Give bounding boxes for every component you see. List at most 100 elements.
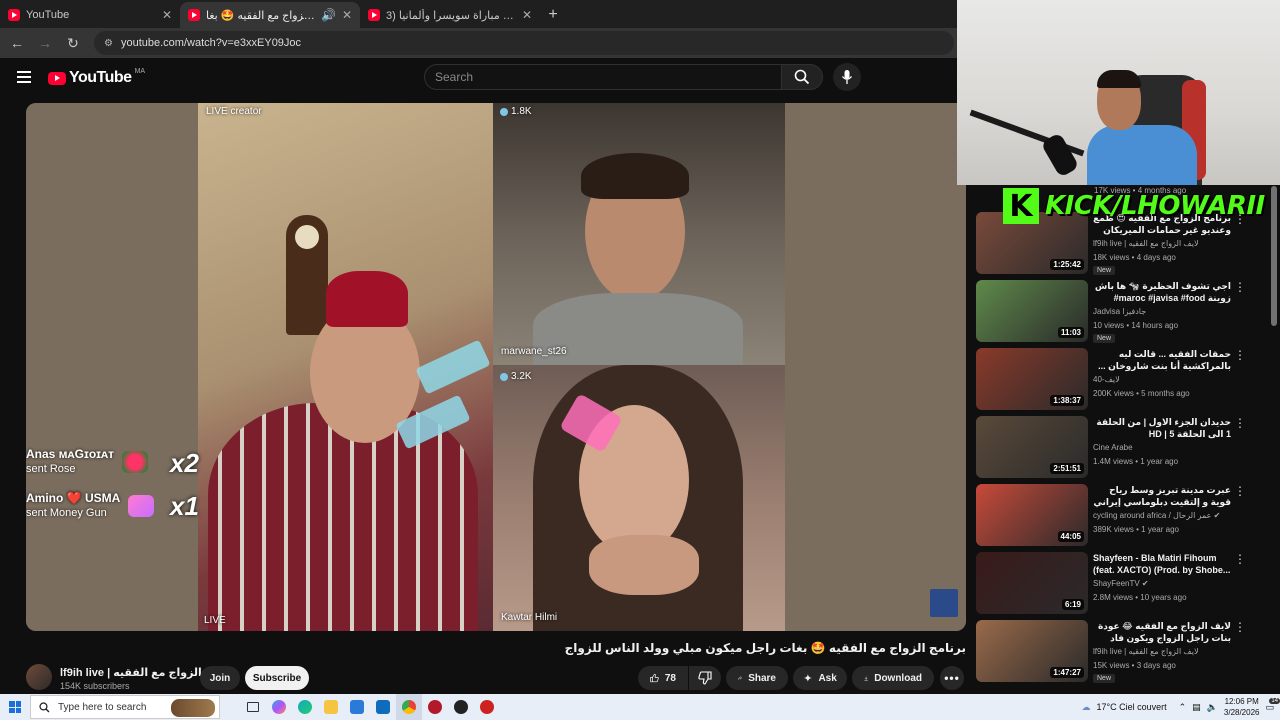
copilot-icon[interactable] — [266, 694, 292, 720]
tab-match-summary[interactable]: ملخص مباراة سويسرا وألمانيا (3-... ✕ — [360, 2, 540, 28]
subscribe-label: Subscribe — [252, 672, 302, 684]
more-vertical-icon[interactable]: ⋮ — [1234, 348, 1246, 362]
recommendation-channel[interactable]: لايف-40 — [1093, 375, 1120, 384]
edge-icon[interactable] — [292, 694, 318, 720]
recommendation-thumbnail[interactable]: 6:19 — [976, 552, 1088, 614]
chrome-icon[interactable] — [396, 694, 422, 720]
recommendation-channel[interactable]: lf9ih live | لايف الزواج مع الفقيه — [1093, 239, 1199, 248]
recommendation-title[interactable]: عبرت مدينة تبريز وسط رياح قوية و إلتقيت … — [1093, 484, 1231, 508]
network-icon[interactable]: ▤ — [1192, 702, 1201, 713]
tab-youtube[interactable]: YouTube ✕ — [0, 2, 180, 28]
taskbar-search[interactable]: Type here to search — [30, 695, 220, 719]
channel-avatar[interactable] — [26, 664, 52, 690]
taskbar-clock[interactable]: 12:06 PM 3/28/2026 — [1224, 696, 1260, 718]
search-button[interactable] — [781, 64, 823, 90]
gift-sender: Amino ❤️ USMA — [26, 491, 121, 505]
recommendation-thumbnail[interactable]: 1:38:37 — [976, 348, 1088, 410]
download-button[interactable]: Download — [852, 666, 934, 690]
store-icon[interactable] — [344, 694, 370, 720]
recommendation-thumbnail[interactable]: 1:47:27 — [976, 620, 1088, 682]
join-button[interactable]: Join — [200, 666, 240, 690]
video-duration: 44:05 — [1057, 531, 1084, 542]
like-button[interactable]: 78 — [638, 666, 688, 690]
weather-text[interactable]: 17°C Ciel couvert — [1096, 702, 1166, 712]
address-bar[interactable]: ⚙ youtube.com/watch?v=e3xxEY09Joc — [94, 31, 954, 55]
recommendation-channel[interactable]: ShayFeenTV ✔ — [1093, 579, 1149, 588]
channel-watermark[interactable] — [930, 589, 958, 617]
app-icon-dark[interactable] — [474, 694, 500, 720]
close-icon[interactable]: ✕ — [522, 8, 532, 22]
recommendation-item[interactable]: 2:51:51 حديدان الجزء الاول | من الحلقة 1… — [976, 416, 1266, 480]
gift-multiplier: x2 — [170, 448, 199, 478]
youtube-logo[interactable]: YouTube MA — [48, 68, 145, 87]
recommendation-title[interactable]: اجي تشوف الحظيرة 🐄 ها باش زوينة maroc #j… — [1093, 280, 1231, 304]
more-vertical-icon[interactable]: ⋮ — [1234, 620, 1246, 634]
weather-icon[interactable]: ☁ — [1081, 702, 1090, 713]
video-title-text: برنامج الزواج مع الفقيه 🤩 بغات راجل ميكو… — [564, 641, 966, 655]
recommendations-sidebar: 17K views • 4 months ago 1:25:42 برنامج … — [976, 186, 1276, 694]
recommendation-meta: 10 views • 14 hours ago — [1093, 321, 1179, 330]
back-arrow-icon[interactable]: ← — [6, 32, 28, 54]
4k-downloader-icon[interactable] — [448, 694, 474, 720]
new-tab-button[interactable]: + — [540, 2, 566, 28]
channel-row: lf9ih live | لايف الزواج مع الفقيه 154K … — [26, 664, 966, 692]
youtube-header: YouTube MA — [0, 58, 960, 98]
recommendation-thumbnail[interactable]: 11:03 — [976, 280, 1088, 342]
more-vertical-icon[interactable]: ⋮ — [1234, 280, 1246, 294]
recommendation-title[interactable]: لايف الزواج مع الفقيه 😂 عودة بنات راجل ا… — [1093, 620, 1231, 644]
kick-banner-text: KICK/LHOWARII — [1045, 191, 1265, 221]
recommendation-title[interactable]: حمقات الفقيه ... قالت ليه بالمراكشية أنا… — [1093, 348, 1231, 372]
outlook-icon[interactable] — [370, 694, 396, 720]
voice-search-button[interactable] — [833, 63, 861, 91]
tab-title: ملخص مباراة سويسرا وألمانيا (3-... — [386, 9, 516, 22]
search-input[interactable] — [435, 70, 781, 84]
more-vertical-icon[interactable]: ⋮ — [1234, 484, 1246, 498]
ask-button[interactable]: ✦ Ask — [793, 666, 847, 690]
recommendation-item[interactable]: 1:47:27 لايف الزواج مع الفقيه 😂 عودة بنا… — [976, 620, 1266, 684]
viewer-count-value: 3.2K — [511, 371, 532, 382]
close-icon[interactable]: ✕ — [342, 8, 352, 22]
site-info-icon[interactable]: ⚙ — [104, 38, 113, 49]
subscribe-button[interactable]: Subscribe — [245, 666, 309, 690]
host-fez-image — [326, 271, 408, 327]
more-actions-button[interactable]: ••• — [940, 666, 964, 690]
tab-title: برنامج الزواج مع الفقيه 🤩 بغا... — [206, 9, 315, 22]
recommendation-thumbnail[interactable]: 2:51:51 — [976, 416, 1088, 478]
speaker-icon[interactable]: 🔊 — [321, 8, 336, 22]
share-button[interactable]: Share — [726, 666, 788, 690]
sidebar-scrollbar[interactable] — [1271, 186, 1277, 326]
recommendation-title[interactable]: حديدان الجزء الاول | من الحلقة 1 الى الح… — [1093, 416, 1231, 440]
dislike-button[interactable] — [689, 666, 721, 690]
recommendation-item[interactable]: 44:05 عبرت مدينة تبريز وسط رياح قوية و إ… — [976, 484, 1266, 548]
recommendation-channel[interactable]: Jadvisa جادفيزا — [1093, 307, 1146, 316]
video-duration: 1:47:27 — [1050, 667, 1084, 678]
thumbs-up-icon — [650, 673, 659, 683]
recommendation-thumbnail[interactable]: 44:05 — [976, 484, 1088, 546]
forward-arrow-icon[interactable]: → — [34, 32, 56, 54]
notification-icon[interactable]: ▭ 14 — [1265, 697, 1280, 713]
start-button[interactable] — [0, 694, 30, 720]
taskbar-search-placeholder: Type here to search — [58, 701, 147, 713]
youtube-play-icon — [48, 71, 66, 85]
recommendation-channel[interactable]: lf9ih live | لايف الزواج مع الفقيه — [1093, 647, 1199, 656]
recommendation-channel[interactable]: Cine Arabe — [1093, 443, 1133, 452]
recommendation-item[interactable]: 11:03 اجي تشوف الحظيرة 🐄 ها باش زوينة ma… — [976, 280, 1266, 344]
tab-current-video[interactable]: برنامج الزواج مع الفقيه 🤩 بغا... 🔊 ✕ — [180, 2, 360, 28]
more-vertical-icon[interactable]: ⋮ — [1234, 416, 1246, 430]
recommendation-title[interactable]: Shayfeen - Bla Matiri Fihoum (feat. XACT… — [1093, 552, 1231, 576]
show-hidden-icons-icon[interactable]: ⌃ — [1179, 702, 1187, 713]
hamburger-menu-icon[interactable] — [17, 71, 31, 83]
live-panel-guest-top — [493, 103, 785, 365]
video-player[interactable]: LIVE creator 1.8K marwane_st26 3.2K Kawt… — [26, 103, 966, 631]
recommendation-channel[interactable]: cycling around africa / عمر الرحال ✔ — [1093, 511, 1220, 520]
volume-icon[interactable]: 🔈 — [1207, 702, 1218, 713]
reload-icon[interactable]: ↻ — [62, 32, 84, 54]
recommendation-item[interactable]: 1:38:37 حمقات الفقيه ... قالت ليه بالمرا… — [976, 348, 1266, 412]
app-icon-red[interactable] — [422, 694, 448, 720]
more-vertical-icon[interactable]: ⋮ — [1234, 552, 1246, 566]
file-explorer-icon[interactable] — [318, 694, 344, 720]
recommendation-item[interactable]: 6:19 Shayfeen - Bla Matiri Fihoum (feat.… — [976, 552, 1266, 616]
close-icon[interactable]: ✕ — [162, 8, 172, 22]
task-view-icon[interactable] — [240, 694, 266, 720]
live-panel-host — [198, 103, 493, 631]
